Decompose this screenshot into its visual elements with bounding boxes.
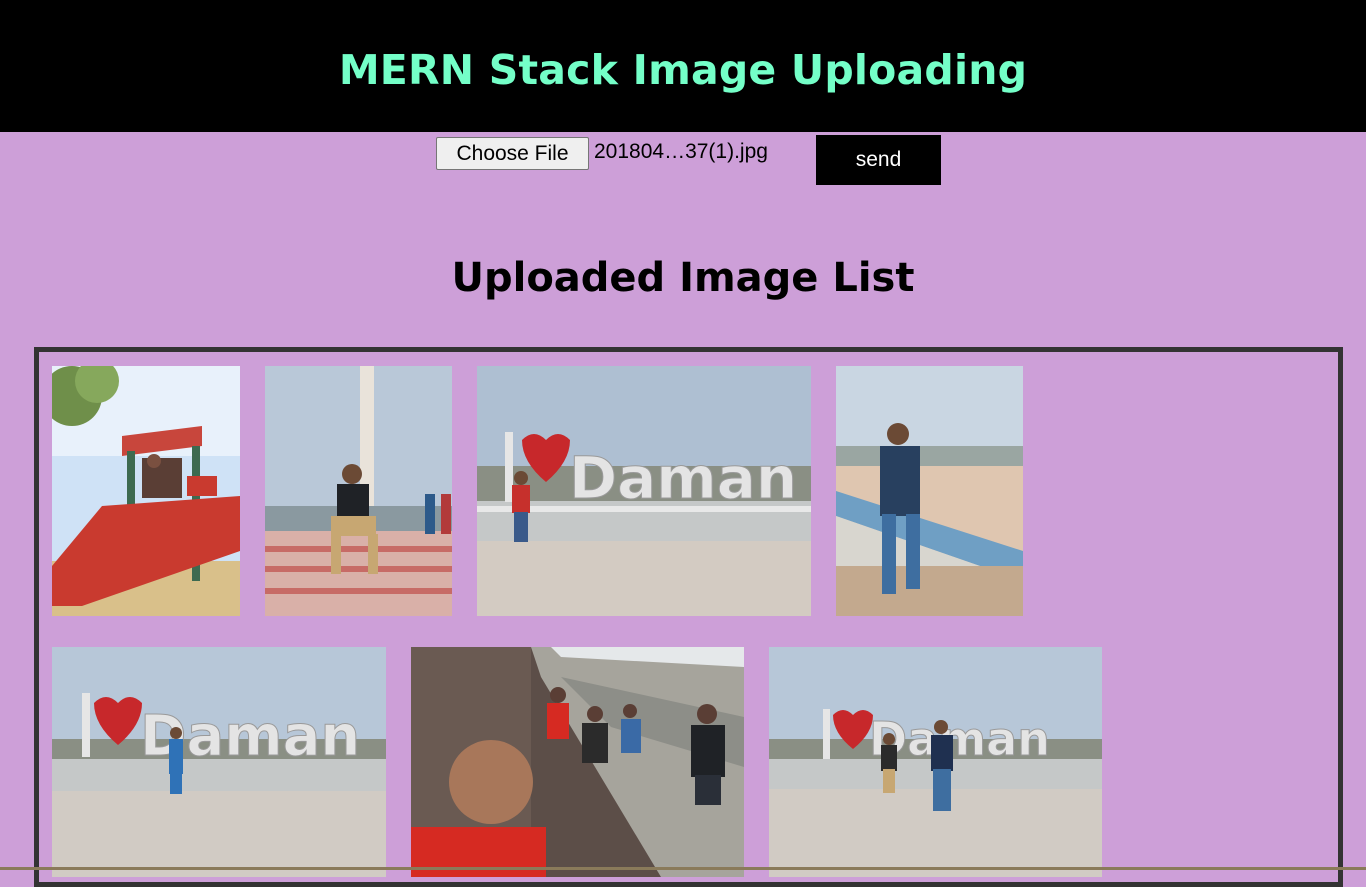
upload-form: Choose File 201804…37(1).jpg send	[0, 135, 1366, 187]
app-header: MERN Stack Image Uploading	[0, 0, 1366, 132]
gallery-image-3[interactable]: Daman	[477, 366, 811, 616]
selected-file-name: 201804…37(1).jpg	[594, 140, 768, 163]
choose-file-button[interactable]: Choose File	[436, 137, 589, 170]
gallery-image-7[interactable]: Daman	[769, 647, 1102, 877]
daman-sign-text: Daman	[569, 444, 797, 512]
gallery-image-1[interactable]	[52, 366, 240, 616]
gallery-image-5[interactable]: Daman	[52, 647, 386, 877]
send-button[interactable]: send	[816, 135, 941, 185]
gallery-image-6[interactable]	[411, 647, 744, 877]
uploaded-image-list-title: Uploaded Image List	[451, 255, 915, 301]
image-gallery: Daman Daman Daman	[34, 347, 1343, 887]
gallery-image-4[interactable]	[836, 366, 1023, 616]
app-title: MERN Stack Image Uploading	[338, 46, 1028, 94]
gallery-image-2[interactable]	[265, 366, 452, 616]
